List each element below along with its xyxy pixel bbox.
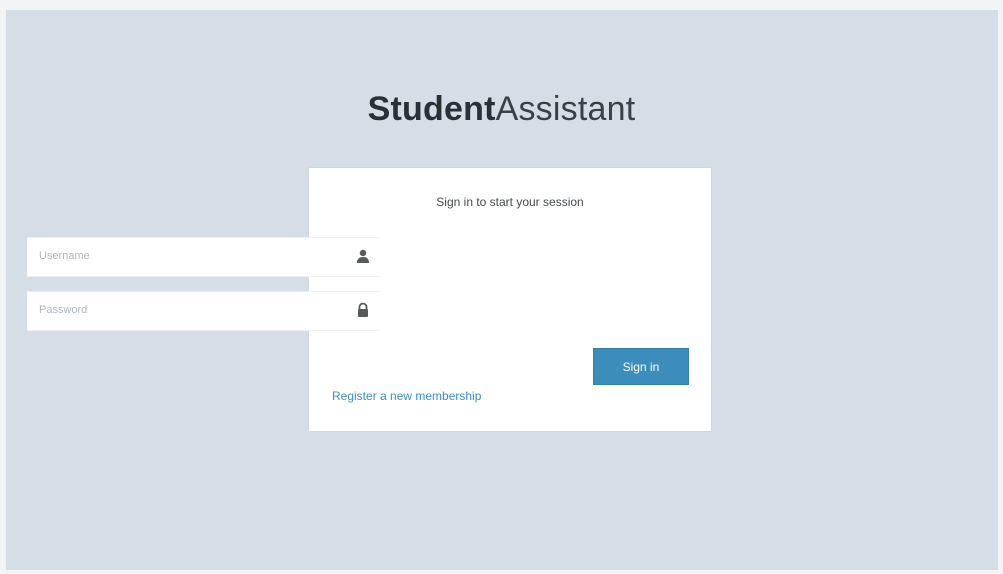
- logo-bold-text: Student: [367, 90, 496, 128]
- lock-icon: [355, 302, 371, 318]
- logo-light-text: Assistant: [495, 90, 636, 128]
- password-input[interactable]: [27, 292, 349, 328]
- app-logo: StudentAssistant: [0, 90, 1003, 129]
- user-icon: [355, 248, 371, 264]
- login-box-message: Sign in to start your session: [436, 195, 584, 209]
- sign-in-button[interactable]: Sign in: [593, 348, 689, 385]
- register-link[interactable]: Register a new membership: [332, 389, 481, 403]
- username-field: [27, 237, 379, 277]
- username-input[interactable]: [27, 238, 349, 274]
- password-field: [27, 291, 379, 331]
